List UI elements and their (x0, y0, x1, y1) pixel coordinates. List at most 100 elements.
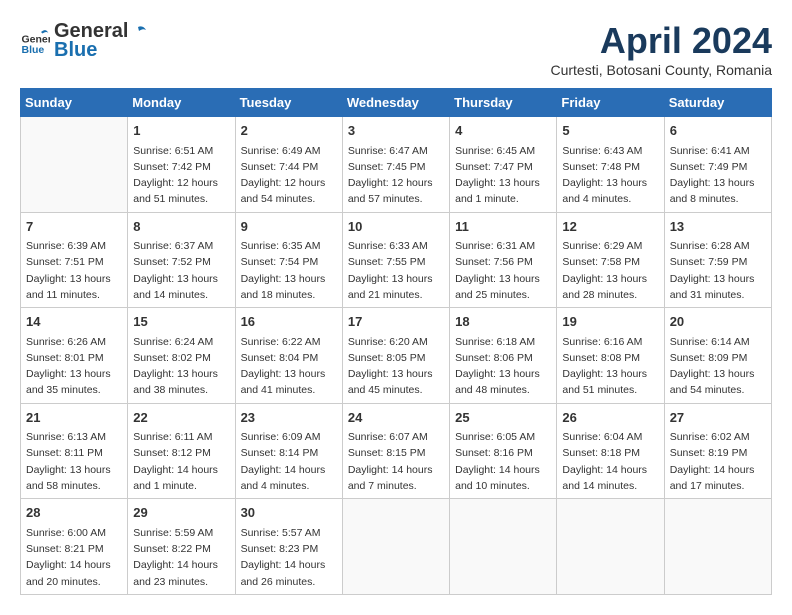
day-number: 15 (133, 312, 229, 332)
day-detail: Sunrise: 6:14 AMSunset: 8:09 PMDaylight:… (670, 334, 766, 399)
day-number: 1 (133, 121, 229, 141)
day-number: 12 (562, 217, 658, 237)
location-title: Curtesti, Botosani County, Romania (550, 62, 772, 78)
calendar-cell: 9Sunrise: 6:35 AMSunset: 7:54 PMDaylight… (235, 212, 342, 308)
weekday-header-tuesday: Tuesday (235, 89, 342, 117)
calendar-cell (342, 499, 449, 595)
week-row-1: 1Sunrise: 6:51 AMSunset: 7:42 PMDaylight… (21, 117, 772, 213)
weekday-header-thursday: Thursday (450, 89, 557, 117)
calendar-cell: 14Sunrise: 6:26 AMSunset: 8:01 PMDayligh… (21, 308, 128, 404)
day-detail: Sunrise: 6:35 AMSunset: 7:54 PMDaylight:… (241, 238, 337, 303)
weekday-header-row: SundayMondayTuesdayWednesdayThursdayFrid… (21, 89, 772, 117)
day-number: 17 (348, 312, 444, 332)
day-detail: Sunrise: 6:16 AMSunset: 8:08 PMDaylight:… (562, 334, 658, 399)
calendar-cell: 20Sunrise: 6:14 AMSunset: 8:09 PMDayligh… (664, 308, 771, 404)
calendar-cell: 3Sunrise: 6:47 AMSunset: 7:45 PMDaylight… (342, 117, 449, 213)
day-detail: Sunrise: 6:20 AMSunset: 8:05 PMDaylight:… (348, 334, 444, 399)
calendar-cell: 15Sunrise: 6:24 AMSunset: 8:02 PMDayligh… (128, 308, 235, 404)
day-number: 20 (670, 312, 766, 332)
calendar-cell: 25Sunrise: 6:05 AMSunset: 8:16 PMDayligh… (450, 403, 557, 499)
day-detail: Sunrise: 6:41 AMSunset: 7:49 PMDaylight:… (670, 143, 766, 208)
day-detail: Sunrise: 5:59 AMSunset: 8:22 PMDaylight:… (133, 525, 229, 590)
day-detail: Sunrise: 6:13 AMSunset: 8:11 PMDaylight:… (26, 429, 122, 494)
weekday-header-monday: Monday (128, 89, 235, 117)
day-detail: Sunrise: 6:39 AMSunset: 7:51 PMDaylight:… (26, 238, 122, 303)
calendar-cell: 28Sunrise: 6:00 AMSunset: 8:21 PMDayligh… (21, 499, 128, 595)
day-detail: Sunrise: 6:05 AMSunset: 8:16 PMDaylight:… (455, 429, 551, 494)
weekday-header-saturday: Saturday (664, 89, 771, 117)
day-number: 8 (133, 217, 229, 237)
day-number: 7 (26, 217, 122, 237)
calendar-cell: 10Sunrise: 6:33 AMSunset: 7:55 PMDayligh… (342, 212, 449, 308)
calendar-cell: 27Sunrise: 6:02 AMSunset: 8:19 PMDayligh… (664, 403, 771, 499)
calendar-cell: 30Sunrise: 5:57 AMSunset: 8:23 PMDayligh… (235, 499, 342, 595)
week-row-5: 28Sunrise: 6:00 AMSunset: 8:21 PMDayligh… (21, 499, 772, 595)
calendar-cell: 2Sunrise: 6:49 AMSunset: 7:44 PMDaylight… (235, 117, 342, 213)
calendar-cell: 4Sunrise: 6:45 AMSunset: 7:47 PMDaylight… (450, 117, 557, 213)
day-detail: Sunrise: 6:24 AMSunset: 8:02 PMDaylight:… (133, 334, 229, 399)
calendar-cell: 1Sunrise: 6:51 AMSunset: 7:42 PMDaylight… (128, 117, 235, 213)
day-detail: Sunrise: 6:31 AMSunset: 7:56 PMDaylight:… (455, 238, 551, 303)
month-title: April 2024 (550, 20, 772, 62)
day-number: 9 (241, 217, 337, 237)
week-row-2: 7Sunrise: 6:39 AMSunset: 7:51 PMDaylight… (21, 212, 772, 308)
calendar-cell: 17Sunrise: 6:20 AMSunset: 8:05 PMDayligh… (342, 308, 449, 404)
weekday-header-sunday: Sunday (21, 89, 128, 117)
day-detail: Sunrise: 6:00 AMSunset: 8:21 PMDaylight:… (26, 525, 122, 590)
calendar-cell: 22Sunrise: 6:11 AMSunset: 8:12 PMDayligh… (128, 403, 235, 499)
day-number: 10 (348, 217, 444, 237)
day-detail: Sunrise: 5:57 AMSunset: 8:23 PMDaylight:… (241, 525, 337, 590)
day-number: 27 (670, 408, 766, 428)
day-number: 13 (670, 217, 766, 237)
day-detail: Sunrise: 6:51 AMSunset: 7:42 PMDaylight:… (133, 143, 229, 208)
day-number: 2 (241, 121, 337, 141)
logo-bird-icon (129, 24, 147, 42)
calendar-cell: 19Sunrise: 6:16 AMSunset: 8:08 PMDayligh… (557, 308, 664, 404)
day-number: 23 (241, 408, 337, 428)
day-number: 19 (562, 312, 658, 332)
day-detail: Sunrise: 6:47 AMSunset: 7:45 PMDaylight:… (348, 143, 444, 208)
calendar-cell: 12Sunrise: 6:29 AMSunset: 7:58 PMDayligh… (557, 212, 664, 308)
day-detail: Sunrise: 6:28 AMSunset: 7:59 PMDaylight:… (670, 238, 766, 303)
day-detail: Sunrise: 6:11 AMSunset: 8:12 PMDaylight:… (133, 429, 229, 494)
week-row-3: 14Sunrise: 6:26 AMSunset: 8:01 PMDayligh… (21, 308, 772, 404)
day-number: 29 (133, 503, 229, 523)
day-number: 25 (455, 408, 551, 428)
calendar-cell (21, 117, 128, 213)
logo-icon: General Blue (20, 26, 50, 56)
calendar-cell: 6Sunrise: 6:41 AMSunset: 7:49 PMDaylight… (664, 117, 771, 213)
day-detail: Sunrise: 6:49 AMSunset: 7:44 PMDaylight:… (241, 143, 337, 208)
day-detail: Sunrise: 6:04 AMSunset: 8:18 PMDaylight:… (562, 429, 658, 494)
week-row-4: 21Sunrise: 6:13 AMSunset: 8:11 PMDayligh… (21, 403, 772, 499)
day-number: 28 (26, 503, 122, 523)
page-header: General Blue General Blue April 2024 Cur… (20, 20, 772, 78)
day-number: 30 (241, 503, 337, 523)
calendar-cell: 11Sunrise: 6:31 AMSunset: 7:56 PMDayligh… (450, 212, 557, 308)
day-detail: Sunrise: 6:22 AMSunset: 8:04 PMDaylight:… (241, 334, 337, 399)
calendar-cell: 21Sunrise: 6:13 AMSunset: 8:11 PMDayligh… (21, 403, 128, 499)
calendar-cell: 5Sunrise: 6:43 AMSunset: 7:48 PMDaylight… (557, 117, 664, 213)
calendar-cell: 13Sunrise: 6:28 AMSunset: 7:59 PMDayligh… (664, 212, 771, 308)
title-area: April 2024 Curtesti, Botosani County, Ro… (550, 20, 772, 78)
day-number: 3 (348, 121, 444, 141)
day-number: 4 (455, 121, 551, 141)
day-number: 18 (455, 312, 551, 332)
day-detail: Sunrise: 6:43 AMSunset: 7:48 PMDaylight:… (562, 143, 658, 208)
day-number: 26 (562, 408, 658, 428)
weekday-header-wednesday: Wednesday (342, 89, 449, 117)
day-detail: Sunrise: 6:26 AMSunset: 8:01 PMDaylight:… (26, 334, 122, 399)
calendar-cell: 8Sunrise: 6:37 AMSunset: 7:52 PMDaylight… (128, 212, 235, 308)
calendar-cell: 23Sunrise: 6:09 AMSunset: 8:14 PMDayligh… (235, 403, 342, 499)
calendar-cell: 18Sunrise: 6:18 AMSunset: 8:06 PMDayligh… (450, 308, 557, 404)
day-number: 11 (455, 217, 551, 237)
calendar-cell: 26Sunrise: 6:04 AMSunset: 8:18 PMDayligh… (557, 403, 664, 499)
day-number: 21 (26, 408, 122, 428)
calendar-cell (450, 499, 557, 595)
calendar-cell: 29Sunrise: 5:59 AMSunset: 8:22 PMDayligh… (128, 499, 235, 595)
weekday-header-friday: Friday (557, 89, 664, 117)
svg-text:Blue: Blue (22, 44, 45, 56)
day-number: 14 (26, 312, 122, 332)
day-detail: Sunrise: 6:29 AMSunset: 7:58 PMDaylight:… (562, 238, 658, 303)
day-detail: Sunrise: 6:09 AMSunset: 8:14 PMDaylight:… (241, 429, 337, 494)
calendar-cell: 16Sunrise: 6:22 AMSunset: 8:04 PMDayligh… (235, 308, 342, 404)
